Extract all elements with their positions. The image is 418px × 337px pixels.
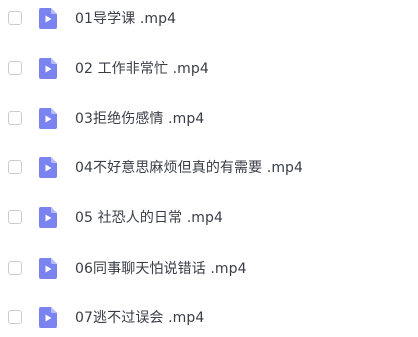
- file-name[interactable]: 02 工作非常忙 .mp4: [75, 58, 209, 78]
- file-row[interactable]: 02 工作非常忙 .mp4: [0, 48, 418, 88]
- video-file-icon: [39, 306, 57, 328]
- video-file-icon: [39, 156, 57, 178]
- file-name[interactable]: 01导学课 .mp4: [75, 8, 176, 28]
- video-file-icon: [39, 206, 57, 228]
- file-row[interactable]: 03拒绝伤感情 .mp4: [0, 98, 418, 138]
- row-checkbox[interactable]: [8, 210, 22, 224]
- file-row[interactable]: 05 社恐人的日常 .mp4: [0, 197, 418, 237]
- file-list: 01导学课 .mp4 02 工作非常忙 .mp4 03拒绝伤感情 .mp4 04…: [0, 0, 418, 328]
- row-checkbox[interactable]: [8, 111, 22, 125]
- file-row[interactable]: 07逃不过误会 .mp4: [0, 297, 418, 337]
- row-checkbox[interactable]: [8, 261, 22, 275]
- video-file-icon: [39, 107, 57, 129]
- file-row[interactable]: 06同事聊天怕说错话 .mp4: [0, 248, 418, 288]
- file-name[interactable]: 03拒绝伤感情 .mp4: [75, 108, 204, 128]
- file-row[interactable]: 01导学课 .mp4: [0, 0, 418, 38]
- file-name[interactable]: 04不好意思麻烦但真的有需要 .mp4: [75, 157, 303, 177]
- row-checkbox[interactable]: [8, 11, 22, 25]
- video-file-icon: [39, 57, 57, 79]
- file-name[interactable]: 05 社恐人的日常 .mp4: [75, 207, 223, 227]
- video-file-icon: [39, 257, 57, 279]
- file-name[interactable]: 07逃不过误会 .mp4: [75, 307, 204, 327]
- row-checkbox[interactable]: [8, 61, 22, 75]
- video-file-icon: [39, 7, 57, 29]
- row-checkbox[interactable]: [8, 310, 22, 324]
- file-name[interactable]: 06同事聊天怕说错话 .mp4: [75, 258, 247, 278]
- file-row[interactable]: 04不好意思麻烦但真的有需要 .mp4: [0, 147, 418, 187]
- row-checkbox[interactable]: [8, 160, 22, 174]
